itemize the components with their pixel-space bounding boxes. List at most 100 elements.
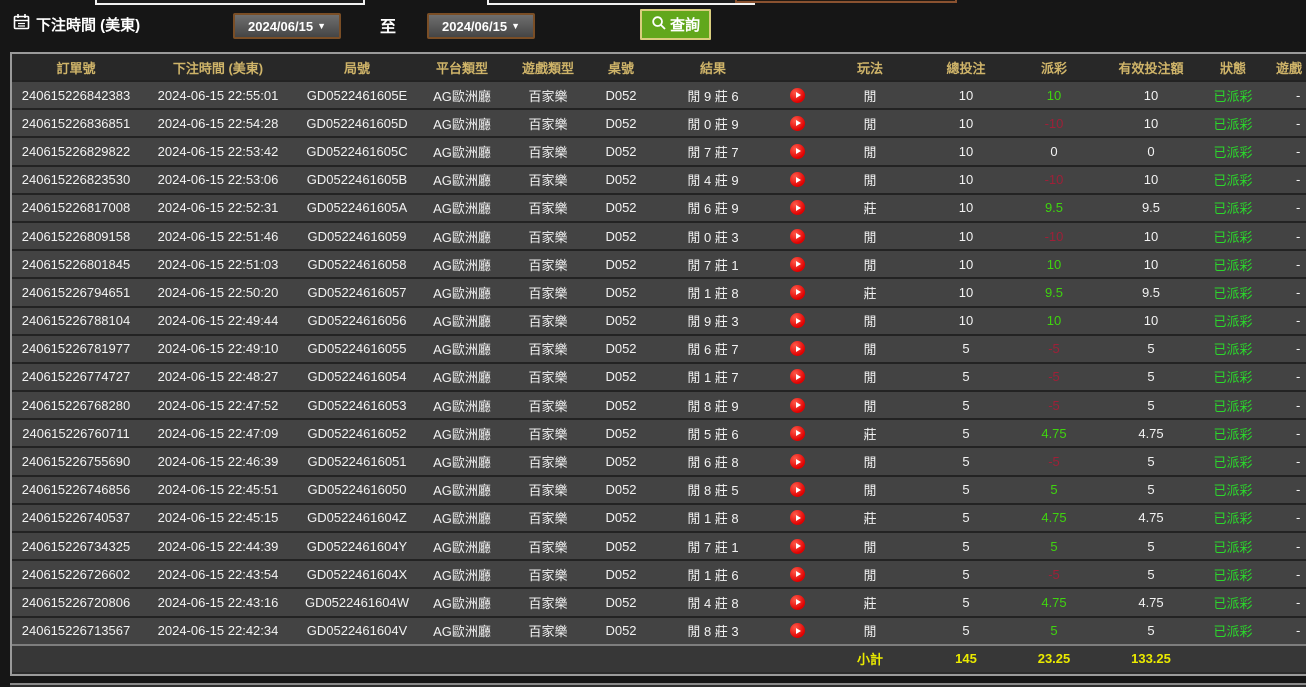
date-to-select[interactable]: 2024/06/15 ▼: [427, 13, 535, 39]
game-type-cell: 百家樂: [528, 539, 568, 555]
replay-play-icon[interactable]: [789, 454, 805, 470]
replay-play-icon[interactable]: [789, 228, 805, 244]
payout-cell: -10: [1044, 172, 1064, 188]
game-type-cell: 百家樂: [528, 455, 568, 471]
platform-cell: AG歐洲廳: [433, 567, 491, 583]
col-header-play-method: 玩法: [856, 60, 883, 76]
play-triangle: [795, 514, 801, 521]
table-row: 240615226788104 2024-06-15 22:49:44 GD0522…: [12, 305, 1306, 334]
status-cell: 已派彩: [1213, 342, 1253, 358]
result-cell: 閒 8 莊 3: [687, 624, 739, 640]
total-bet-cell: 5: [962, 566, 970, 582]
game-cell: -: [1296, 369, 1301, 385]
valid-bet-cell: 5: [1147, 369, 1155, 385]
total-bet-cell: 5: [962, 594, 970, 610]
platform-cell: AG歐洲廳: [433, 595, 491, 611]
replay-play-icon[interactable]: [789, 623, 805, 639]
total-bet-cell: 10: [958, 228, 974, 244]
bet-time-cell: 2024-06-15 22:55:01: [157, 87, 279, 103]
replay-play-icon[interactable]: [789, 538, 805, 554]
table-number-cell: D052: [605, 397, 637, 413]
replay-play-icon[interactable]: [789, 256, 805, 272]
play-method-cell: 閒: [863, 116, 877, 132]
replay-cell: [774, 369, 820, 385]
total-bet-cell: 10: [958, 143, 974, 159]
platform-cell: AG歐洲廳: [433, 257, 491, 273]
replay-play-icon[interactable]: [789, 369, 805, 385]
valid-bet-cell: 5: [1147, 397, 1155, 413]
col-header-status: 狀態: [1219, 60, 1246, 76]
total-bet-cell: 5: [962, 454, 970, 470]
platform-cell: AG歐洲廳: [433, 201, 491, 217]
total-bet-cell: 5: [962, 397, 970, 413]
total-bet-cell: 5: [962, 341, 970, 357]
platform-cell: AG歐洲廳: [433, 455, 491, 471]
replay-play-icon[interactable]: [789, 284, 805, 300]
search-button[interactable]: 查詢: [640, 9, 712, 40]
round-number-cell: GD05224616059: [307, 228, 407, 244]
replay-cell: [774, 510, 820, 526]
game-cell: -: [1296, 538, 1301, 554]
platform-cell: AG歐洲廳: [433, 144, 491, 160]
table-number-cell: D052: [605, 425, 637, 441]
replay-play-icon[interactable]: [789, 313, 805, 329]
replay-play-icon[interactable]: [789, 425, 805, 441]
platform-cell: AG歐洲廳: [433, 398, 491, 414]
table-row: 240615226829822 2024-06-15 22:53:42 GD0522…: [12, 136, 1306, 165]
col-header-payout: 派彩: [1040, 60, 1067, 76]
payout-cell: -5: [1048, 454, 1060, 470]
table-row: 240615226755690 2024-06-15 22:46:39 GD0522…: [12, 446, 1306, 475]
game-cell: -: [1296, 172, 1301, 188]
replay-play-icon[interactable]: [789, 482, 805, 498]
game-cell: -: [1296, 87, 1301, 103]
play-triangle: [795, 204, 801, 211]
replay-play-icon[interactable]: [789, 87, 805, 103]
total-bet-cell: 5: [962, 482, 970, 498]
order-number-cell: 240615226774727: [21, 369, 131, 385]
table-row: 240615226720806 2024-06-15 22:43:16 GD0522…: [12, 587, 1306, 616]
replay-play-icon[interactable]: [789, 397, 805, 413]
game-cell: -: [1296, 228, 1301, 244]
status-cell: 已派彩: [1213, 567, 1253, 583]
table-row: 240615226726602 2024-06-15 22:43:54 GD0522…: [12, 559, 1306, 588]
result-cell: 閒 9 莊 3: [687, 314, 739, 330]
bet-time-cell: 2024-06-15 22:49:44: [157, 313, 279, 329]
play-triangle: [795, 289, 801, 296]
status-cell: 已派彩: [1213, 483, 1253, 499]
result-cell: 閒 7 莊 1: [687, 257, 739, 273]
bet-time-cell: 2024-06-15 22:45:51: [157, 482, 279, 498]
replay-play-icon[interactable]: [789, 594, 805, 610]
replay-play-icon[interactable]: [789, 566, 805, 582]
bet-time-cell: 2024-06-15 22:49:10: [157, 341, 279, 357]
round-number-cell: GD05224616053: [307, 397, 407, 413]
replay-play-icon[interactable]: [789, 510, 805, 526]
replay-play-icon[interactable]: [789, 200, 805, 216]
replay-cell: [774, 397, 820, 413]
total-bet-cell: 5: [962, 538, 970, 554]
game-type-cell: 百家樂: [528, 88, 568, 104]
table-number-cell: D052: [605, 510, 637, 526]
status-cell: 已派彩: [1213, 370, 1253, 386]
replay-play-icon[interactable]: [789, 172, 805, 188]
status-cell: 已派彩: [1213, 455, 1253, 471]
bet-records-table-wrap: 訂單號 下注時間 (美東) 局號 平台類型 遊戲類型 桌號 結果 玩法 總投注 派彩 有效投注額 狀態…: [10, 52, 1306, 676]
result-cell: 閒 8 莊 5: [687, 483, 739, 499]
bet-time-cell: 2024-06-15 22:42:34: [157, 623, 279, 639]
replay-play-icon[interactable]: [789, 341, 805, 357]
result-cell: 閒 1 莊 7: [687, 370, 739, 386]
round-number-cell: GD05224616054: [307, 369, 407, 385]
play-method-cell: 閒: [863, 483, 877, 499]
result-cell: 閒 6 莊 9: [687, 201, 739, 217]
date-from-select[interactable]: 2024/06/15 ▼: [233, 13, 341, 39]
status-cell: 已派彩: [1213, 624, 1253, 640]
bet-time-cell: 2024-06-15 22:48:27: [157, 369, 279, 385]
subtotal-payout: 23.25: [1037, 651, 1071, 667]
table-number-cell: D052: [605, 200, 637, 216]
replay-play-icon[interactable]: [789, 115, 805, 131]
status-cell: 已派彩: [1213, 398, 1253, 414]
status-cell: 已派彩: [1213, 511, 1253, 527]
replay-cell: [774, 454, 820, 470]
play-method-cell: 閒: [863, 173, 877, 189]
payout-cell: 0: [1050, 143, 1058, 159]
replay-play-icon[interactable]: [789, 143, 805, 159]
